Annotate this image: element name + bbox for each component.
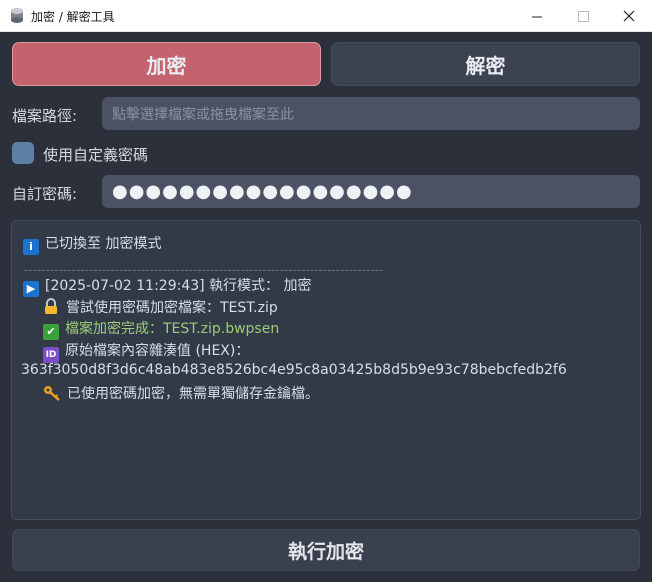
custom-password-checkbox-label[interactable]: 使用自定義密碼 [43,144,148,165]
play-icon: ▶ [23,280,39,297]
maximize-icon [577,10,589,22]
lock-icon [45,298,57,314]
minimize-button[interactable] [514,0,560,32]
log-entry: ✔ 檔案加密完成：TEST.zip.bwpsen [43,318,279,340]
main-panel: 加密 解密 檔案路徑: 點擊選擇檔案或拖曳檔案至此 使用自定義密碼 自訂密碼: … [0,32,652,582]
close-icon [623,10,635,22]
window-title: 加密 / 解密工具 [31,10,115,24]
log-entry: ▶ [2025-07-02 11:29:43] 執行模式： 加密 [23,275,312,297]
encrypt-mode-button[interactable]: 加密 [12,42,321,86]
maximize-button[interactable] [560,0,606,32]
minimize-icon [531,16,542,17]
log-entry: 已使用密碼加密，無需單獨儲存金鑰檔。 [43,383,319,403]
file-path-input[interactable]: 點擊選擇檔案或拖曳檔案至此 [102,97,640,130]
log-entry: ID 原始檔案內容雜湊值 (HEX)： [43,340,249,363]
log-mode-switch-line: i 已切換至 加密模式 [23,233,161,255]
key-icon [44,386,60,401]
log-entry: 嘗試使用密碼加密檔案：TEST.zip [43,297,278,317]
run-encrypt-button[interactable]: 執行加密 [12,529,640,571]
info-icon: i [23,238,39,255]
log-mode-switch-text: 已切換至 加密模式 [45,236,162,252]
password-input[interactable]: ●●●●●●●●●●●●●●●●●● [102,175,640,208]
id-icon: ID [43,347,59,363]
decrypt-mode-button[interactable]: 解密 [331,42,640,86]
check-icon: ✔ [43,323,59,340]
close-button[interactable] [606,0,652,32]
custom-password-label: 自訂密碼: [12,185,78,203]
custom-password-checkbox[interactable] [12,142,34,164]
title-bar: 加密 / 解密工具 [0,0,652,32]
log-panel[interactable]: i 已切換至 加密模式 -----------------------------… [11,220,641,520]
file-path-label: 檔案路徑: [12,107,78,125]
log-entry-hash: 363f3050d8f3d6c48ab483e8526bc4e95c8a0342… [21,362,567,378]
app-icon [11,8,23,23]
